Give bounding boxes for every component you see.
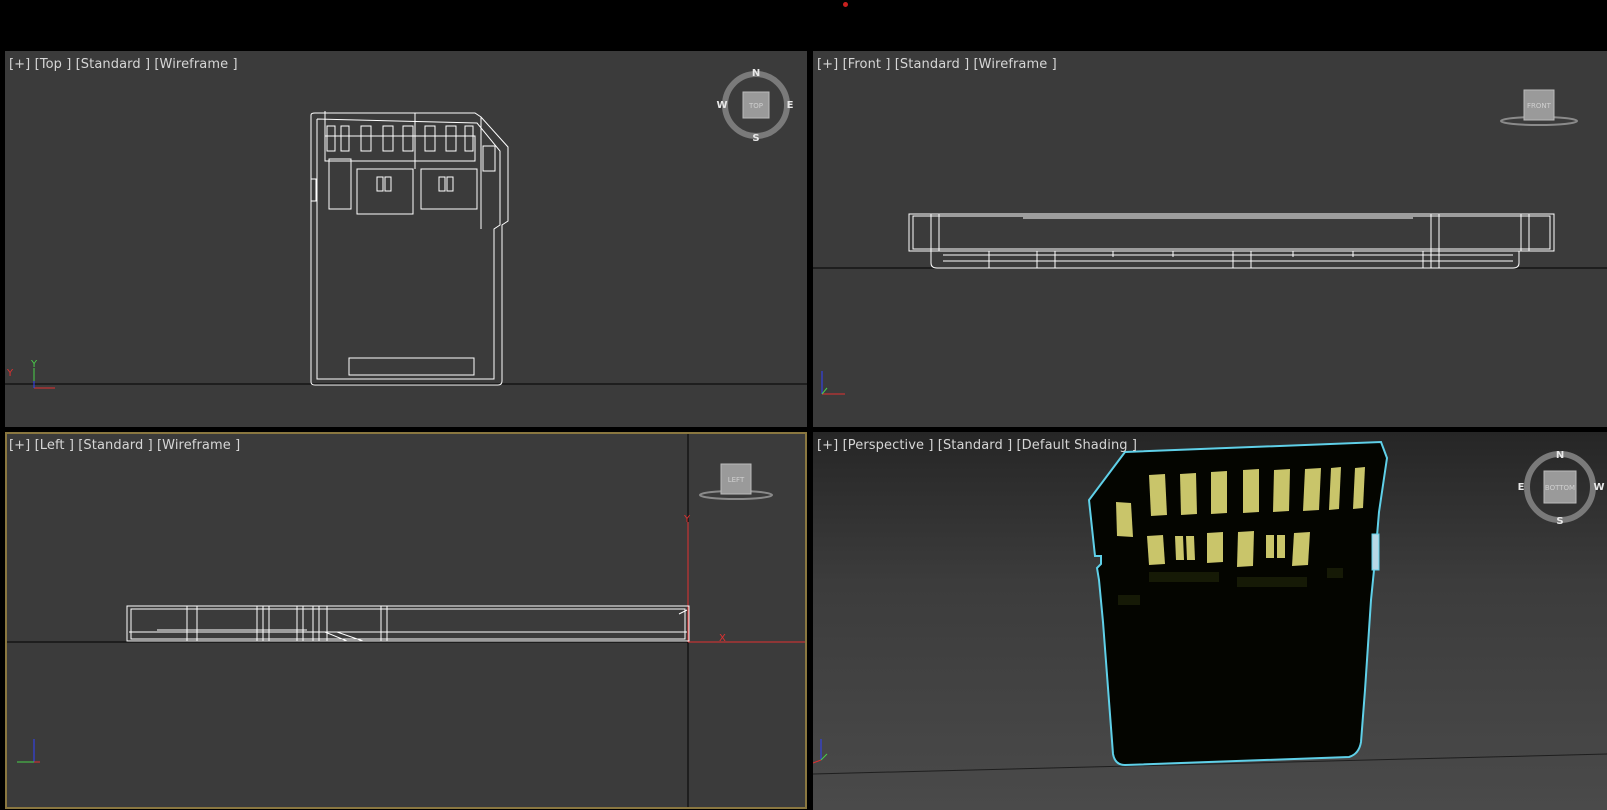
sd-card-shaded[interactable] bbox=[1087, 440, 1389, 767]
viewport-label-left[interactable]: [+] [Left ] [Standard ] [Wireframe ] bbox=[9, 438, 240, 453]
left-view-canvas[interactable]: Y X LEFT bbox=[7, 434, 805, 807]
front-view-canvas[interactable]: FRONT bbox=[813, 51, 1607, 427]
persp-compass-n: N bbox=[1556, 450, 1564, 461]
viewcube-face-front: FRONT bbox=[1527, 102, 1552, 110]
viewport-label-front[interactable]: [+] [Front ] [Standard ] [Wireframe ] bbox=[817, 57, 1057, 72]
axis-tripod-perspective bbox=[813, 739, 828, 764]
persp-compass-e: E bbox=[1518, 482, 1525, 493]
axis-tripod-front bbox=[821, 371, 845, 395]
persp-compass-w: W bbox=[1593, 482, 1604, 493]
sd-card-wireframe-top[interactable] bbox=[310, 111, 509, 386]
viewport-front[interactable]: FRONT [+] [Front ] [Standard ] [Wirefram… bbox=[813, 51, 1607, 427]
viewport-left[interactable]: Y X LEFT [+] [Left ] [Standard ] [Wirefr… bbox=[5, 432, 807, 809]
axis-label-x: X bbox=[719, 633, 726, 644]
top-bar bbox=[0, 0, 1607, 50]
record-indicator bbox=[843, 2, 848, 7]
viewcube-face-left: LEFT bbox=[728, 476, 745, 484]
viewcube-front[interactable]: FRONT bbox=[1500, 89, 1578, 126]
axis-tripod-left bbox=[17, 739, 40, 763]
sd-card-wireframe-front[interactable] bbox=[908, 213, 1555, 269]
perspective-view-canvas[interactable]: BOTTOM N S W E bbox=[813, 432, 1607, 810]
viewport-label-top[interactable]: [+] [Top ] [Standard ] [Wireframe ] bbox=[9, 57, 238, 72]
svg-text:Y: Y bbox=[30, 359, 38, 370]
viewcube-perspective[interactable]: BOTTOM N S W E bbox=[1518, 450, 1605, 527]
viewport-perspective[interactable]: BOTTOM N S W E [+] [Perspective ] [Stand… bbox=[813, 432, 1607, 810]
sd-card-wireframe-left[interactable] bbox=[126, 605, 690, 642]
svg-text:Y: Y bbox=[6, 368, 14, 379]
top-view-canvas[interactable]: Y Y bbox=[5, 51, 807, 427]
persp-compass-s: S bbox=[1556, 516, 1563, 527]
viewport-label-perspective[interactable]: [+] [Perspective ] [Standard ] [Default … bbox=[817, 438, 1137, 453]
axis-label-y: Y bbox=[683, 514, 691, 525]
viewport-top[interactable]: Y Y [+] [Top ] [Standard ] [Wireframe ] … bbox=[5, 51, 807, 427]
viewcube-face-perspective: BOTTOM bbox=[1545, 484, 1575, 492]
viewcube-left[interactable]: LEFT bbox=[699, 463, 773, 500]
